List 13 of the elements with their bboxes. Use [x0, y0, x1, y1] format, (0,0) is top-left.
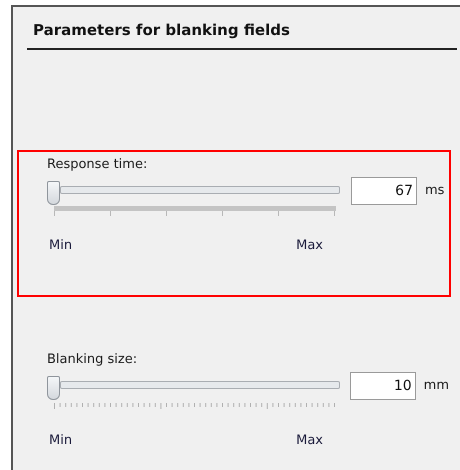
slider-thumb[interactable] [47, 376, 60, 400]
min-label: Min [49, 432, 72, 450]
slider-thumb[interactable] [47, 180, 60, 204]
parameter-label: Response time: [47, 156, 148, 174]
unit-label: ms [425, 182, 444, 200]
max-label: Max [296, 236, 323, 254]
value-field[interactable]: 10 [350, 372, 416, 400]
panel-title: Parameters for blanking fields [27, 19, 457, 50]
unit-label: mm [424, 376, 449, 395]
parameter-label: Blanking size: [47, 350, 138, 368]
value-field[interactable]: 67 [351, 176, 417, 204]
max-label: Max [296, 432, 323, 450]
min-label: Min [49, 236, 72, 254]
